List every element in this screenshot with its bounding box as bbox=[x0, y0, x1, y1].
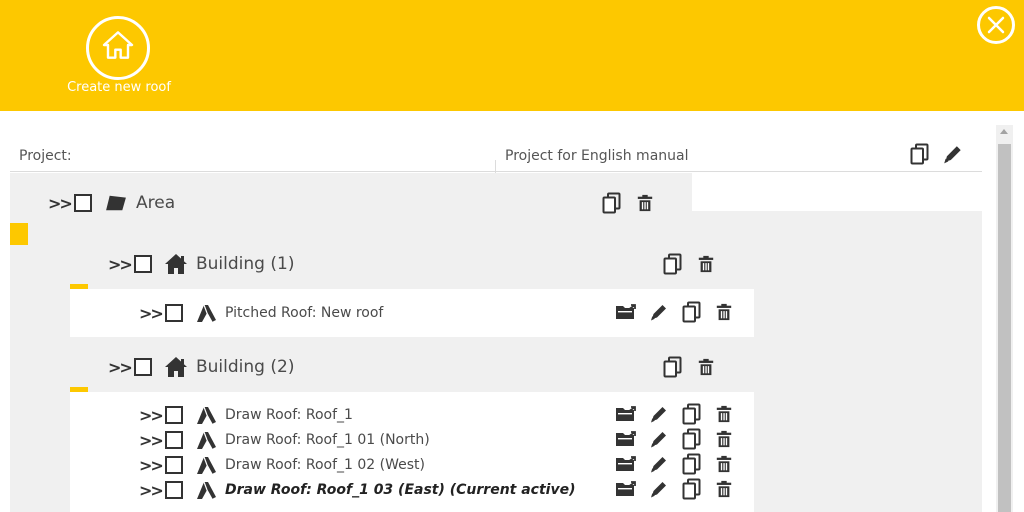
roof-checkbox[interactable] bbox=[165, 456, 183, 474]
building-checkbox[interactable] bbox=[134, 358, 152, 376]
roof-checkbox[interactable] bbox=[165, 431, 183, 449]
roof-label: Draw Roof: Roof_1 01 (North) bbox=[225, 432, 430, 448]
project-label: Project: bbox=[19, 148, 72, 164]
trash-icon[interactable] bbox=[715, 455, 733, 473]
copy-icon[interactable] bbox=[663, 253, 683, 275]
tree-item-roof[interactable]: >> Pitched Roof: New roof bbox=[139, 301, 383, 325]
create-new-roof-button[interactable]: Create new roof bbox=[62, 16, 176, 100]
project-row: Project: Project for English manual bbox=[10, 140, 982, 174]
tree-item-building[interactable]: >> Building (2) bbox=[108, 355, 294, 379]
vertical-scrollbar[interactable] bbox=[996, 125, 1013, 512]
area-label: Area bbox=[136, 193, 176, 213]
area-checkbox[interactable] bbox=[74, 194, 92, 212]
building-checkbox[interactable] bbox=[134, 255, 152, 273]
expand-chevron-icon[interactable]: >> bbox=[139, 304, 165, 323]
expand-chevron-icon[interactable]: >> bbox=[48, 194, 74, 213]
open-folder-icon[interactable] bbox=[615, 430, 637, 448]
roof-tree: >> Area >> Building (1) >> Pitched Roof:… bbox=[10, 173, 982, 512]
expand-chevron-icon[interactable]: >> bbox=[139, 456, 165, 475]
roof-icon bbox=[195, 454, 217, 476]
roof-icon bbox=[195, 302, 217, 324]
building-label: Building (2) bbox=[196, 357, 295, 377]
pencil-icon[interactable] bbox=[649, 429, 669, 449]
roof-icon bbox=[195, 429, 217, 451]
house-icon bbox=[164, 356, 188, 378]
edit-project-icon[interactable] bbox=[942, 143, 964, 165]
roof-checkbox[interactable] bbox=[165, 406, 183, 424]
trash-icon[interactable] bbox=[715, 480, 733, 498]
tree-item-roof-active[interactable]: >> Draw Roof: Roof_1 03 (East) (Current … bbox=[139, 478, 576, 502]
copy-icon[interactable] bbox=[682, 478, 702, 500]
roof-checkbox[interactable] bbox=[165, 304, 183, 322]
expand-chevron-icon[interactable]: >> bbox=[139, 406, 165, 425]
open-folder-icon[interactable] bbox=[615, 480, 637, 498]
tree-item-roof[interactable]: >> Draw Roof: Roof_1 bbox=[139, 403, 353, 427]
house-icon bbox=[86, 16, 150, 80]
house-icon bbox=[164, 253, 188, 275]
top-toolbar: Create new roof bbox=[0, 0, 1024, 111]
expand-chevron-icon[interactable]: >> bbox=[108, 358, 134, 377]
open-folder-icon[interactable] bbox=[615, 455, 637, 473]
copy-icon[interactable] bbox=[682, 301, 702, 323]
pencil-icon[interactable] bbox=[649, 302, 669, 322]
scroll-up-arrow-icon[interactable] bbox=[1000, 129, 1008, 134]
tree-item-roof[interactable]: >> Draw Roof: Roof_1 01 (North) bbox=[139, 428, 430, 452]
copy-icon[interactable] bbox=[602, 192, 622, 214]
trash-icon[interactable] bbox=[697, 255, 715, 273]
area-header-background bbox=[692, 173, 982, 211]
trash-icon[interactable] bbox=[697, 358, 715, 376]
open-folder-icon[interactable] bbox=[615, 405, 637, 423]
copy-icon[interactable] bbox=[682, 403, 702, 425]
copy-icon[interactable] bbox=[663, 356, 683, 378]
trash-icon[interactable] bbox=[636, 194, 654, 212]
copy-icon[interactable] bbox=[682, 428, 702, 450]
roof-label: Draw Roof: Roof_1 bbox=[225, 407, 353, 423]
building-label: Building (1) bbox=[196, 254, 295, 274]
pencil-icon[interactable] bbox=[649, 404, 669, 424]
tree-item-building[interactable]: >> Building (1) bbox=[108, 252, 294, 276]
open-folder-icon[interactable] bbox=[615, 303, 637, 321]
roof-icon bbox=[195, 479, 217, 501]
area-color-marker bbox=[10, 223, 28, 245]
roof-list-panel: >> Pitched Roof: New roof bbox=[70, 289, 754, 337]
pencil-icon[interactable] bbox=[649, 479, 669, 499]
roof-label: Draw Roof: Roof_1 02 (West) bbox=[225, 457, 425, 473]
roof-label: Pitched Roof: New roof bbox=[225, 305, 384, 321]
divider bbox=[495, 171, 982, 172]
roof-label-active: Draw Roof: Roof_1 03 (East) (Current act… bbox=[225, 482, 576, 498]
expand-chevron-icon[interactable]: >> bbox=[108, 255, 134, 274]
copy-project-icon[interactable] bbox=[910, 143, 930, 165]
area-icon bbox=[104, 194, 128, 212]
roof-icon bbox=[195, 404, 217, 426]
copy-icon[interactable] bbox=[682, 453, 702, 475]
roof-list-panel: >> Draw Roof: Roof_1 >> Draw Roof: Roof_… bbox=[70, 392, 754, 512]
trash-icon[interactable] bbox=[715, 303, 733, 321]
project-name: Project for English manual bbox=[505, 148, 689, 164]
roof-checkbox[interactable] bbox=[165, 481, 183, 499]
expand-chevron-icon[interactable]: >> bbox=[139, 431, 165, 450]
trash-icon[interactable] bbox=[715, 430, 733, 448]
scroll-thumb[interactable] bbox=[998, 144, 1011, 512]
create-new-roof-label: Create new roof bbox=[67, 80, 171, 95]
tree-item-roof[interactable]: >> Draw Roof: Roof_1 02 (West) bbox=[139, 453, 425, 477]
tree-item-area[interactable]: >> Area bbox=[48, 191, 175, 215]
pencil-icon[interactable] bbox=[649, 454, 669, 474]
trash-icon[interactable] bbox=[715, 405, 733, 423]
divider bbox=[10, 171, 495, 172]
expand-chevron-icon[interactable]: >> bbox=[139, 481, 165, 500]
close-icon[interactable] bbox=[977, 6, 1015, 44]
